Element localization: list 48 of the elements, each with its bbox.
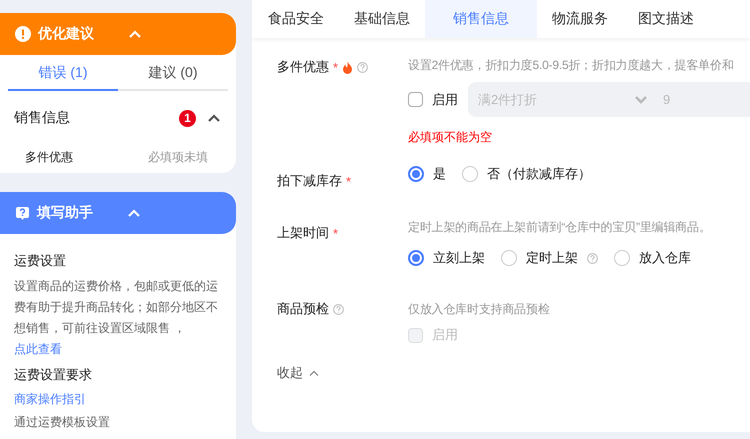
tab[interactable]: 食品安全 — [252, 0, 339, 38]
help-heading: 运费设置 — [14, 252, 67, 270]
panel-title: 填写助手 — [37, 204, 94, 222]
radio-label: 是 — [433, 165, 446, 183]
tab[interactable]: 基础信息 — [339, 0, 425, 38]
field-label: 上架时间 — [277, 224, 329, 242]
checkbox[interactable] — [408, 92, 423, 107]
section-title[interactable]: 销售信息 — [14, 109, 179, 127]
view-link[interactable]: 点此查看 — [14, 342, 62, 356]
checkbox-label: 启用 — [432, 326, 458, 344]
help-text: 通过运费模板设置 — [14, 414, 111, 431]
radio-label: 定时上架 — [526, 249, 578, 267]
checkbox-label: 启用 — [432, 90, 458, 108]
tab[interactable]: 物流服务 — [537, 0, 623, 38]
radio-label: 立刻上架 — [433, 249, 485, 267]
tab[interactable]: 错误 (1) — [8, 55, 118, 91]
radio-label: 否（付款减库存） — [487, 165, 591, 183]
radio-button[interactable] — [408, 250, 424, 266]
error-message: 必填项不能为空 — [408, 129, 493, 146]
question-icon — [15, 206, 30, 220]
help-text: 设置商品的运费价格，包邮或更低的运费有助于提升商品转化；如部分地区不想销售，可前往设置区域限售 ， 点此查看 — [14, 278, 219, 358]
field-hint: 仅放入仓库时支持商品预检 — [408, 301, 551, 318]
chevron-up-icon — [309, 370, 319, 376]
exclamation-icon — [15, 26, 31, 42]
panel-title: 优化建议 — [38, 25, 95, 43]
required-mark: * — [333, 226, 338, 240]
radio-button[interactable] — [408, 166, 424, 182]
field-label: 拍下减库存 — [277, 172, 342, 190]
error-status: 必填项未填 — [148, 149, 208, 166]
radio-button[interactable] — [501, 250, 517, 266]
tab[interactable]: 图文描述 — [623, 0, 709, 38]
error-item[interactable]: 多件优惠 — [25, 149, 73, 166]
field-hint: 定时上架的商品在上架前请到“仓库中的宝贝”里编辑商品。 — [408, 219, 712, 236]
required-mark: * — [346, 174, 352, 188]
help-heading: 运费设置要求 — [14, 366, 93, 384]
radio-label: 放入仓库 — [639, 249, 691, 267]
count-badge: 1 — [179, 110, 196, 126]
radio-button[interactable] — [614, 250, 630, 266]
field-label: 多件优惠 — [277, 58, 329, 76]
required-mark: * — [333, 60, 338, 74]
collapse-icon[interactable] — [208, 114, 220, 122]
guide-link[interactable]: 商家操作指引 — [14, 390, 222, 408]
dropdown-icon[interactable] — [635, 96, 647, 104]
field-hint: 设置2件优惠，折扣力度5.0-9.5折；折扣力度越大，提客单价和 — [408, 57, 735, 74]
tab[interactable]: 建议 (0) — [118, 55, 228, 91]
radio-button[interactable] — [462, 166, 478, 182]
field-label: 商品预检 — [277, 300, 329, 318]
collapse-button[interactable]: 收起 — [277, 364, 319, 382]
